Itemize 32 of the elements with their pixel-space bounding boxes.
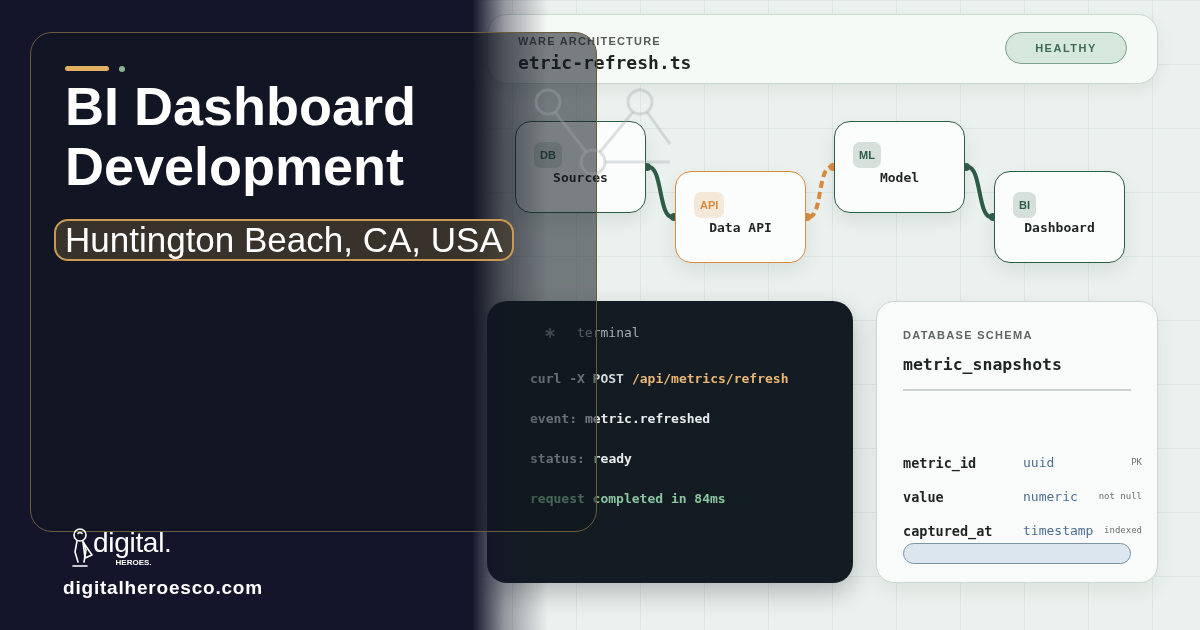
column-note: not null xyxy=(1098,490,1142,504)
column-name: metric_id xyxy=(903,453,978,474)
column-type: uuid xyxy=(1023,454,1056,473)
person-figure-icon xyxy=(71,528,93,568)
node-label: Dashboard xyxy=(1023,220,1096,236)
node-label: Data API xyxy=(708,220,773,236)
node-tag: API xyxy=(694,192,725,218)
table-name: metric_snapshots xyxy=(903,354,1063,376)
section-label: DATABASE SCHEMA xyxy=(903,328,1034,342)
column-name: value xyxy=(903,487,945,507)
column-type: numeric xyxy=(1023,488,1079,507)
location-tag: Huntington Beach, CA, USA xyxy=(54,219,514,261)
accent-bar-icon xyxy=(65,66,109,71)
terminal-value: ready xyxy=(592,451,632,467)
node-tag: ML xyxy=(853,142,881,168)
logo-text: digital. xyxy=(93,528,172,558)
status-badge: HEALTHY xyxy=(1005,32,1127,64)
terminal-key: status: xyxy=(530,451,585,467)
column-type: timestamp xyxy=(1023,522,1095,541)
terminal-value: metric.refreshed xyxy=(584,411,711,427)
column-note: PK xyxy=(1131,456,1142,470)
page-title: BI Dashboard Development xyxy=(65,76,418,196)
column-name: captured_at xyxy=(903,521,994,542)
terminal-value: /api/metrics/refresh xyxy=(631,371,789,387)
terminal-output: request completed in 84ms xyxy=(530,491,726,507)
node-label: Model xyxy=(878,170,921,186)
column-note: indexed xyxy=(1104,524,1142,538)
asterisk-icon xyxy=(545,328,555,338)
terminal-key: event: xyxy=(530,411,577,427)
logo-tagline: HEROES. xyxy=(115,558,152,567)
node-tag: BI xyxy=(1013,192,1036,218)
website-url: digitalheroesco.com xyxy=(63,577,263,599)
